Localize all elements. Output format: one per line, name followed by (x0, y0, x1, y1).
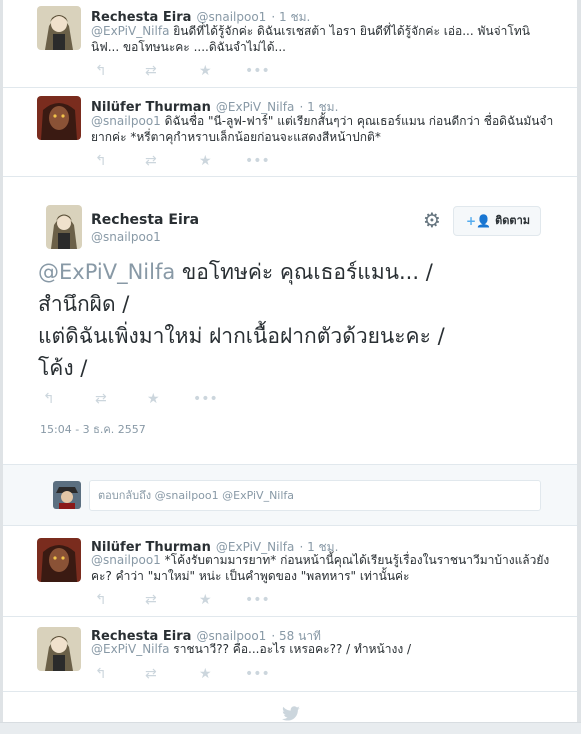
ancestor-tweet[interactable]: Rechesta Eira @snailpoo1 · 1 ชม. @ExPiV_… (3, 0, 577, 88)
user-name[interactable]: Rechesta Eira (91, 212, 199, 228)
tweet-text-line: ดิฉันชื่อ "นี-ลูฟ-ฟาร์" แต่เรียกสั้นๆว่า… (164, 114, 554, 128)
tweet-text-line: *โค้งรับตามมารยาท* ก่อนหน้านี้คุณได้เรีย… (164, 553, 550, 567)
avatar[interactable] (46, 205, 82, 249)
tweet-time[interactable]: · 1 ชม. (271, 10, 310, 24)
tweet-text-line: แต่ดิฉันเพิ่งมาใหม่ ฝากเนื้อฝากตัวด้วยนะ… (38, 324, 445, 348)
more-icon[interactable]: ••• (193, 391, 218, 407)
follow-button-label: ติดตาม (495, 214, 530, 227)
mention-link[interactable]: @ExPiV_Nilfa (91, 24, 169, 38)
focused-tweet-text: @ExPiV_Nilfa ขอโทษค่ะ คุณเธอร์แมน... / ส… (38, 256, 538, 384)
reply-tweet[interactable]: Nilüfer Thurman @ExPiV_Nilfa · 1 ชม. @sn… (3, 526, 577, 617)
user-handle[interactable]: @ExPiV_Nilfa (216, 100, 294, 114)
avatar[interactable] (37, 96, 81, 140)
reply-icon[interactable]: ↰ (43, 391, 55, 407)
mention-link[interactable]: @ExPiV_Nilfa (91, 642, 169, 656)
avatar[interactable] (37, 6, 81, 50)
reply-icon[interactable]: ↰ (95, 63, 107, 79)
tweet-conversation-panel: Rechesta Eira @snailpoo1 · 1 ชม. @ExPiV_… (3, 0, 577, 733)
more-icon[interactable]: ••• (245, 666, 270, 682)
reply-icon[interactable]: ↰ (95, 592, 107, 608)
tweet-text-line: นิฟ... ขอโทษนะคะ ....ดิฉันจำไม่ได้... (91, 40, 286, 54)
avatar[interactable] (37, 627, 81, 671)
tweet-text: @snailpoo1 ดิฉันชื่อ "นี-ลูฟ-ฟาร์" แต่เร… (91, 113, 561, 145)
reply-input[interactable]: ตอบกลับถึง @snailpoo1 @ExPiV_Nilfa (89, 480, 541, 511)
follow-button[interactable]: +👤 ติดตาม (453, 206, 541, 236)
retweet-icon[interactable]: ⇄ (95, 391, 107, 407)
retweet-icon[interactable]: ⇄ (145, 666, 157, 682)
favorite-icon[interactable]: ★ (199, 592, 212, 608)
tweet-text-line: ราชนาวี?? คือ...อะไร เหรอคะ?? / ทำหน้างง… (173, 642, 412, 656)
mention-link[interactable]: @snailpoo1 (91, 114, 161, 128)
tweet-timestamp[interactable]: 15:04 - 3 ธ.ค. 2557 (40, 420, 146, 438)
ancestor-tweet[interactable]: Nilüfer Thurman @ExPiV_Nilfa · 1 ชม. @sn… (3, 88, 577, 177)
retweet-icon[interactable]: ⇄ (145, 63, 157, 79)
right-gutter (577, 0, 581, 733)
tweet-text-line: ยินดีที่ได้รู้จักค่ะ ดิฉันเรเชสต้า ไอรา … (173, 24, 530, 38)
reply-icon[interactable]: ↰ (95, 666, 107, 682)
avatar (53, 481, 81, 509)
mention-link[interactable]: @ExPiV_Nilfa (38, 260, 175, 284)
tweet-actions: ↰ ⇄ ★ ••• (95, 666, 295, 682)
user-handle[interactable]: @snailpoo1 (196, 10, 266, 24)
bottom-scroll-edge (0, 722, 581, 734)
tweet-text-line: ยากค่ะ *หรี่ตาคุกำหราบเล็กน้อยก่อนจะแสดง… (91, 130, 381, 144)
tweet-actions: ↰ ⇄ ★ ••• (43, 391, 243, 407)
tweet-actions: ↰ ⇄ ★ ••• (95, 153, 295, 169)
mention-link[interactable]: @snailpoo1 (91, 553, 161, 567)
tweet-actions: ↰ ⇄ ★ ••• (95, 592, 295, 608)
tweet-text-line: สำนึกผิด / (38, 292, 130, 316)
tweet-text: @ExPiV_Nilfa ยินดีที่ได้รู้จักค่ะ ดิฉันเ… (91, 23, 561, 55)
tweet-text-line: โค้ง / (38, 356, 88, 380)
more-icon[interactable]: ••• (245, 153, 270, 169)
more-icon[interactable]: ••• (245, 592, 270, 608)
reply-icon[interactable]: ↰ (95, 153, 107, 169)
user-handle[interactable]: @snailpoo1 (91, 230, 161, 244)
tweet-text-line: คะ? คำว่า "มาใหม่" หน่ะ เป็นคำพูดของ "พล… (91, 569, 410, 583)
tweet-text: @snailpoo1 *โค้งรับตามมารยาท* ก่อนหน้านี… (91, 552, 561, 584)
tweet-time[interactable]: · 1 ชม. (299, 100, 338, 114)
favorite-icon[interactable]: ★ (199, 153, 212, 169)
tweet-text-line: ขอโทษค่ะ คุณเธอร์แมน... / (175, 260, 433, 284)
avatar[interactable] (37, 538, 81, 582)
retweet-icon[interactable]: ⇄ (145, 592, 157, 608)
more-icon[interactable]: ••• (245, 63, 270, 79)
follow-user-icon: +👤 (466, 214, 491, 228)
favorite-icon[interactable]: ★ (147, 391, 160, 407)
retweet-icon[interactable]: ⇄ (145, 153, 157, 169)
gear-icon[interactable]: ⚙ (423, 208, 441, 232)
favorite-icon[interactable]: ★ (199, 666, 212, 682)
tweet-actions: ↰ ⇄ ★ ••• (95, 63, 295, 79)
favorite-icon[interactable]: ★ (199, 63, 212, 79)
reply-tweet[interactable]: Rechesta Eira @snailpoo1 · 58 นาที @ExPi… (3, 617, 577, 692)
tweet-text: @ExPiV_Nilfa ราชนาวี?? คือ...อะไร เหรอคะ… (91, 641, 561, 657)
